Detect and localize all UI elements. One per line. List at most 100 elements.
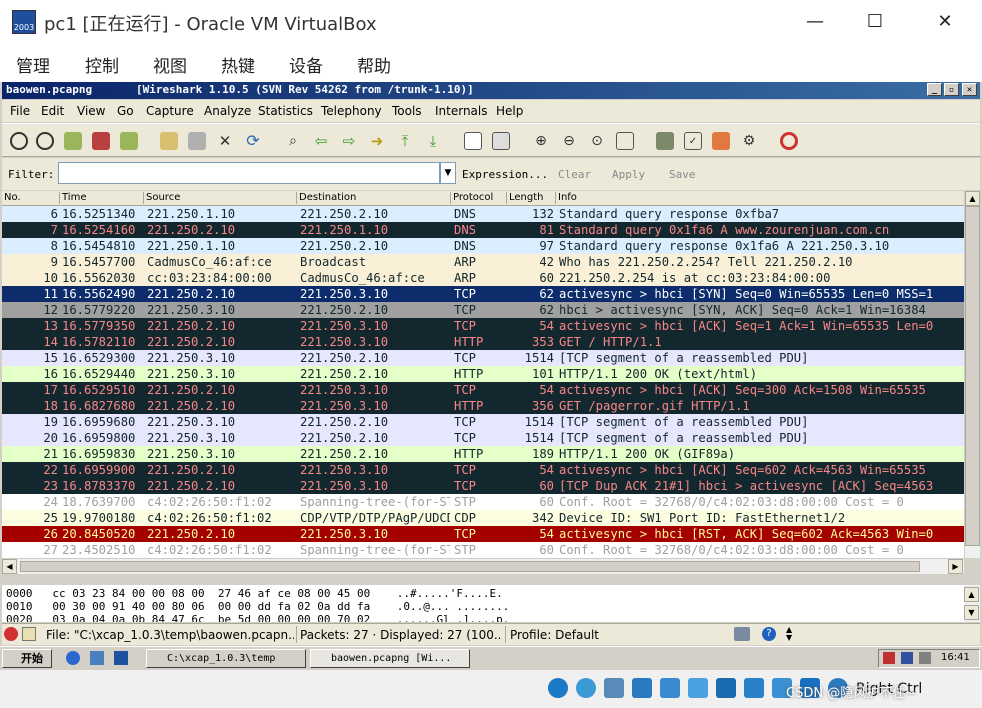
- table-row[interactable]: 24 18.7639700 c4:02:26:50:f1:02 Spanning-tr…: [2, 494, 964, 510]
- go-first-icon[interactable]: ⤒: [396, 132, 414, 150]
- table-row[interactable]: 6 16.5251340 221.250.1.10 221.250.2.10 DNS 13…: [2, 206, 964, 222]
- close-button[interactable]: ✕: [922, 6, 968, 38]
- table-row[interactable]: 14 16.5782110 221.250.2.10 221.250.3.10 HTTP…: [2, 334, 964, 350]
- expression-button[interactable]: Expression...: [462, 168, 548, 181]
- resize-columns-icon[interactable]: [616, 132, 634, 150]
- packet-bytes-pane[interactable]: 0000 cc 03 23 84 00 00 08 00 27 46 af ce…: [2, 585, 964, 622]
- capture-filters-icon[interactable]: [656, 132, 674, 150]
- capture-comment-icon[interactable]: [22, 627, 36, 641]
- go-to-packet-icon[interactable]: ➜: [368, 132, 386, 150]
- bytes-vscrollbar[interactable]: ▲ ▼: [964, 585, 980, 622]
- stop-capture-icon[interactable]: [92, 132, 110, 150]
- tray-security-icon[interactable]: [901, 652, 913, 664]
- vbox-menu-control[interactable]: 控制: [85, 52, 119, 77]
- scroll-thumb[interactable]: [965, 206, 980, 546]
- usb-icon[interactable]: [660, 678, 680, 698]
- bytes-scroll-down-icon[interactable]: ▼: [964, 605, 979, 620]
- disk-icon[interactable]: [548, 678, 568, 698]
- maximize-button[interactable]: ☐: [852, 6, 898, 38]
- table-row[interactable]: 17 16.6529510 221.250.2.10 221.250.3.10 TCP 5…: [2, 382, 964, 398]
- tray-volume-icon[interactable]: [919, 652, 931, 664]
- scroll-up-icon[interactable]: ▲: [965, 191, 980, 206]
- menu-edit[interactable]: Edit: [41, 104, 64, 118]
- auto-scroll-icon[interactable]: [492, 132, 510, 150]
- table-row[interactable]: 13 16.5779350 221.250.2.10 221.250.3.10 TCP 5…: [2, 318, 964, 334]
- table-row[interactable]: 11 16.5562490 221.250.2.10 221.250.3.10 TCP 6…: [2, 286, 964, 302]
- help-icon[interactable]: ?: [762, 627, 776, 641]
- menu-go[interactable]: Go: [117, 104, 134, 118]
- col-length[interactable]: Length: [506, 192, 555, 204]
- col-info[interactable]: Info: [555, 192, 963, 204]
- printer-icon[interactable]: [734, 627, 750, 641]
- col-source[interactable]: Source: [143, 192, 296, 204]
- scroll-right-icon[interactable]: ▶: [948, 559, 963, 574]
- optical-drive-icon[interactable]: [576, 678, 596, 698]
- table-row[interactable]: 8 16.5454810 221.250.1.10 221.250.2.10 DNS 97…: [2, 238, 964, 254]
- table-row[interactable]: 19 16.6959680 221.250.3.10 221.250.2.10 TCP 1…: [2, 414, 964, 430]
- table-row[interactable]: 27 23.4502510 c4:02:26:50:f1:02 Spanning-tr…: [2, 542, 964, 558]
- menu-internals[interactable]: Internals: [435, 104, 488, 118]
- col-time[interactable]: Time: [59, 192, 144, 204]
- menu-tools[interactable]: Tools: [392, 104, 422, 118]
- menu-help[interactable]: Help: [496, 104, 523, 118]
- network-icon[interactable]: [632, 678, 652, 698]
- hscroll-thumb[interactable]: [20, 561, 920, 572]
- display-filters-icon[interactable]: ✓: [684, 132, 702, 150]
- colorize-icon[interactable]: [464, 132, 482, 150]
- col-protocol[interactable]: Protocol: [450, 192, 505, 204]
- save-file-icon[interactable]: [188, 132, 206, 150]
- taskbar-item-folder[interactable]: C:\xcap_1.0.3\temp: [146, 649, 306, 668]
- taskbar-item-wireshark[interactable]: baowen.pcapng [Wi...: [310, 649, 470, 668]
- coloring-rules-icon[interactable]: [712, 132, 730, 150]
- table-row[interactable]: 9 16.5457700 CadmusCo_46:af:ce Broadcast ARP…: [2, 254, 964, 270]
- scroll-left-icon[interactable]: ◀: [2, 559, 17, 574]
- go-back-icon[interactable]: ⇦: [312, 132, 330, 150]
- audio-icon[interactable]: [604, 678, 624, 698]
- expert-info-icon[interactable]: [4, 627, 18, 641]
- bytes-scroll-up-icon[interactable]: ▲: [964, 587, 979, 602]
- recording-icon[interactable]: [744, 678, 764, 698]
- menu-view[interactable]: View: [77, 104, 105, 118]
- menu-telephony[interactable]: Telephony: [321, 104, 382, 118]
- menu-file[interactable]: File: [10, 104, 30, 118]
- vbox-menu-hotkey[interactable]: 热键: [221, 52, 255, 77]
- capture-options-icon[interactable]: [36, 132, 54, 150]
- vbox-menu-view[interactable]: 视图: [153, 52, 187, 77]
- reload-icon[interactable]: ⟳: [244, 132, 262, 150]
- table-row[interactable]: 15 16.6529300 221.250.3.10 221.250.2.10 TCP 1…: [2, 350, 964, 366]
- ie-icon[interactable]: [66, 651, 80, 665]
- menu-analyze[interactable]: Analyze: [204, 104, 251, 118]
- table-row[interactable]: 25 19.9700180 c4:02:26:50:f1:02 CDP/VTP/DTP…: [2, 510, 964, 526]
- wireshark-quicklaunch-icon[interactable]: [114, 651, 128, 665]
- clear-button[interactable]: Clear: [558, 168, 591, 181]
- col-no[interactable]: No.: [2, 192, 59, 204]
- menu-statistics[interactable]: Statistics: [258, 104, 313, 118]
- close-file-icon[interactable]: ✕: [216, 132, 234, 150]
- go-forward-icon[interactable]: ⇨: [340, 132, 358, 150]
- table-row[interactable]: 26 20.8450520 221.250.2.10 221.250.3.10 TCP 5…: [2, 526, 964, 542]
- display-filter-input[interactable]: [58, 162, 440, 184]
- interfaces-icon[interactable]: [10, 132, 28, 150]
- find-packet-icon[interactable]: ⌕: [284, 132, 302, 150]
- table-row[interactable]: 20 16.6959800 221.250.3.10 221.250.2.10 TCP 1…: [2, 430, 964, 446]
- start-capture-icon[interactable]: [64, 132, 82, 150]
- menu-capture[interactable]: Capture: [146, 104, 194, 118]
- desktop-icon[interactable]: [90, 651, 104, 665]
- tray-clock[interactable]: 16:41: [941, 652, 970, 663]
- shared-folder-icon[interactable]: [688, 678, 708, 698]
- filter-dropdown-icon[interactable]: ▼: [440, 162, 456, 184]
- preferences-icon[interactable]: ⚙: [740, 132, 758, 150]
- table-row[interactable]: 18 16.6827680 221.250.2.10 221.250.3.10 HTTP…: [2, 398, 964, 414]
- minimize-button[interactable]: —: [792, 6, 838, 38]
- table-row[interactable]: 22 16.6959900 221.250.2.10 221.250.3.10 TCP 5…: [2, 462, 964, 478]
- go-last-icon[interactable]: ⤓: [424, 132, 442, 150]
- packet-list[interactable]: No. Time Source Destination Protocol Len…: [2, 191, 964, 558]
- spin-arrows-icon[interactable]: ▲ ▼: [786, 626, 792, 642]
- table-row[interactable]: 16 16.6529440 221.250.3.10 221.250.2.10 HTTP…: [2, 366, 964, 382]
- table-row[interactable]: 12 16.5779220 221.250.3.10 221.250.2.10 TCP 6…: [2, 302, 964, 318]
- ws-restore-icon[interactable]: ▫: [944, 83, 959, 96]
- packet-list-hscrollbar[interactable]: ◀ ▶: [2, 558, 964, 574]
- col-destination[interactable]: Destination: [296, 192, 449, 204]
- display-icon[interactable]: [716, 678, 736, 698]
- restart-capture-icon[interactable]: [120, 132, 138, 150]
